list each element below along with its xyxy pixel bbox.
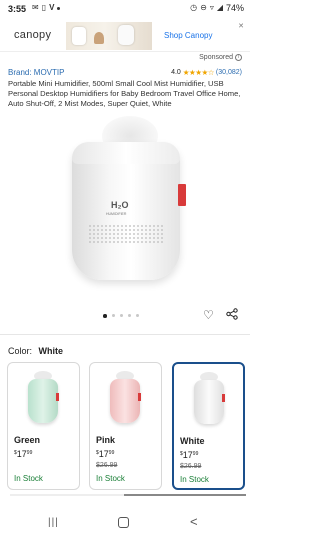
- wifi-icon: ▿: [209, 3, 214, 12]
- variant-card-green[interactable]: Green $1799 In Stock: [7, 362, 80, 490]
- battery-level: 74%: [225, 3, 244, 13]
- variant-image: [190, 372, 228, 428]
- ad-banner[interactable]: canopy Shop Canopy ✕: [0, 20, 250, 52]
- variant-price: $1799: [96, 449, 115, 459]
- rating-count-link[interactable]: (30,082): [216, 69, 242, 76]
- recent-apps-icon[interactable]: |||: [48, 517, 59, 528]
- brand-link[interactable]: Brand: MOVTIP: [8, 68, 64, 77]
- humidifier-top: [72, 142, 180, 164]
- variant-stock: In Stock: [14, 474, 43, 483]
- share-icon[interactable]: [226, 308, 238, 320]
- variant-old-price: $26.99: [96, 462, 118, 469]
- h2o-logo-subtext: HUMIDIFIER: [106, 212, 127, 216]
- carousel-dot[interactable]: [119, 314, 123, 317]
- carousel-dot[interactable]: [135, 314, 139, 317]
- section-divider: [0, 334, 250, 335]
- selected-color: White: [38, 346, 64, 356]
- signal-icon: ◢: [216, 3, 223, 12]
- variant-card-white[interactable]: White $1799 $26.99 In Stock: [172, 362, 245, 490]
- system-nav-bar: ||| <: [0, 508, 250, 536]
- h2o-logo: H₂O: [111, 200, 129, 210]
- status-bar: 3:55 ✉ ▯ V ◷ ⊖ ▿ ◢ 74%: [0, 0, 250, 18]
- product-title: Portable Mini Humidifier, 500ml Small Co…: [8, 79, 241, 108]
- system-icons: ◷ ⊖ ▿ ◢ 74%: [190, 3, 244, 13]
- rating-score: 4.0: [171, 69, 181, 76]
- alarm-icon: ◷: [190, 3, 198, 12]
- carousel-dot[interactable]: [103, 314, 107, 318]
- heart-icon[interactable]: ♡: [203, 308, 214, 322]
- variant-old-price: $26.99: [180, 463, 202, 470]
- color-label: Color: White: [8, 346, 63, 356]
- sponsored-label[interactable]: Sponsored i: [199, 54, 242, 61]
- product-image[interactable]: H₂O HUMIDIFIER: [40, 112, 210, 292]
- dnd-icon: ⊖: [200, 3, 207, 12]
- variant-name: White: [180, 436, 205, 446]
- carousel-dot[interactable]: [127, 314, 131, 317]
- back-icon[interactable]: <: [190, 514, 198, 529]
- smartphone-icon: ▯: [41, 3, 47, 12]
- star-rating-icon: ★★★★☆: [182, 68, 215, 77]
- ad-shop-link[interactable]: Shop Canopy: [164, 31, 212, 40]
- home-icon[interactable]: [118, 517, 129, 528]
- variant-price: $1799: [14, 449, 33, 459]
- variant-card-pink[interactable]: Pink $1799 $26.99 In Stock: [89, 362, 162, 490]
- info-icon[interactable]: i: [235, 54, 242, 61]
- variant-image: [106, 371, 144, 427]
- variant-stock: In Stock: [96, 474, 125, 483]
- variant-price: $1799: [180, 450, 199, 460]
- scrollbar-thumb[interactable]: [124, 494, 246, 496]
- v-app-icon: V: [49, 3, 55, 12]
- variant-name: Green: [14, 435, 41, 445]
- variant-image: [24, 371, 62, 427]
- status-time: 3:55: [8, 4, 27, 14]
- rating-summary[interactable]: 4.0 ★★★★☆ (30,082): [171, 68, 242, 77]
- variant-stock: In Stock: [180, 475, 209, 484]
- color-label-text: Color:: [8, 346, 33, 356]
- dot-icon: [57, 6, 61, 10]
- ad-close-icon[interactable]: ✕: [238, 22, 244, 30]
- red-tag: [178, 184, 186, 206]
- notification-icons: ✉ ▯ V: [32, 3, 61, 13]
- vent-dots: [88, 224, 164, 244]
- sponsored-text: Sponsored: [199, 54, 233, 61]
- ad-brand-logo[interactable]: canopy: [14, 29, 51, 41]
- carousel-indicator[interactable]: [103, 314, 139, 318]
- variant-name: Pink: [96, 435, 116, 445]
- ad-product-image[interactable]: [66, 22, 152, 50]
- carousel-dot[interactable]: [111, 314, 115, 317]
- email-icon: ✉: [32, 3, 39, 12]
